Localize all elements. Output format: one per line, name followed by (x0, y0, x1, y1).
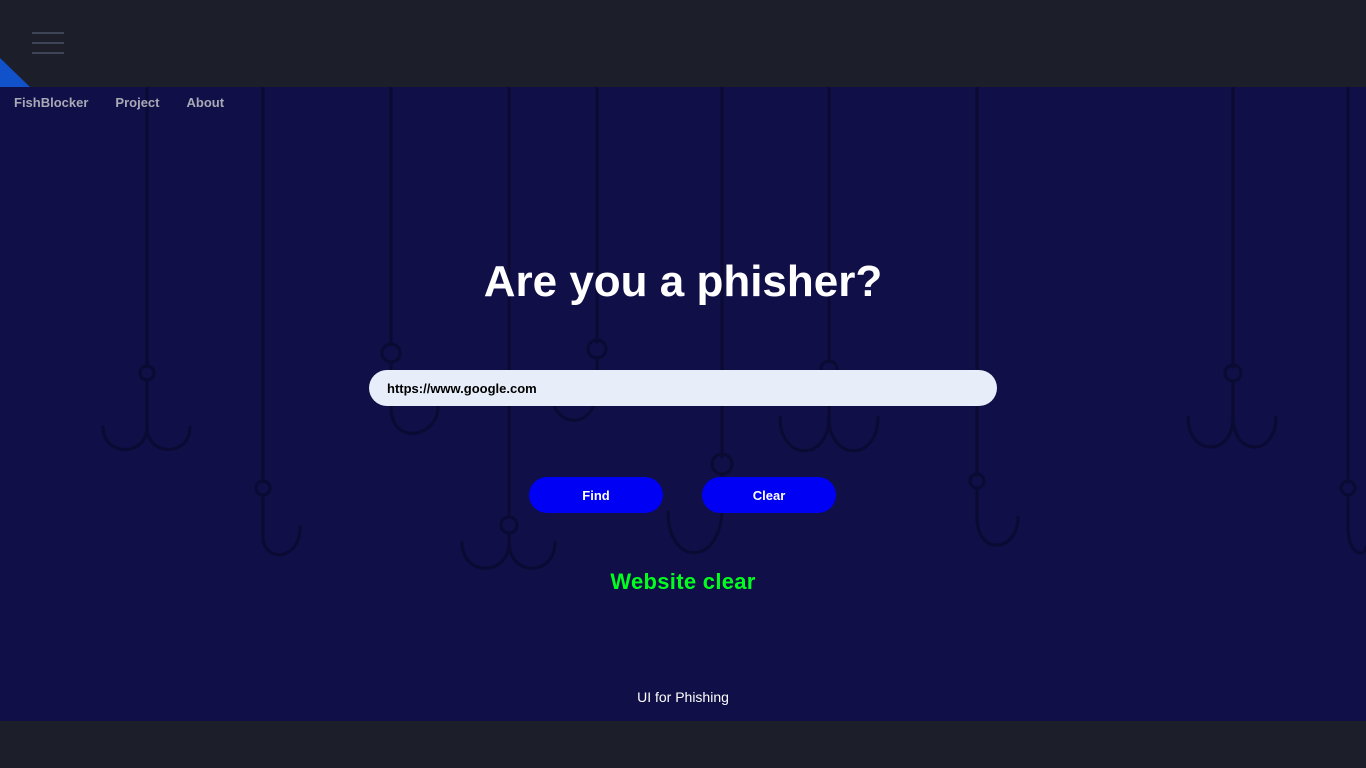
corner-accent (0, 58, 30, 87)
footer-text: UI for Phishing (637, 689, 729, 705)
page-title: Are you a phisher? (483, 257, 883, 306)
find-button[interactable]: Find (529, 477, 663, 513)
nav-link-project[interactable]: Project (115, 95, 159, 110)
hamburger-menu-icon[interactable] (32, 32, 64, 56)
result-message: Website clear (610, 569, 756, 594)
top-bar (0, 0, 1366, 87)
clear-button[interactable]: Clear (702, 477, 836, 513)
nav-link-about[interactable]: About (187, 95, 225, 110)
url-input[interactable] (369, 370, 997, 406)
nav-link-fishblocker[interactable]: FishBlocker (14, 95, 88, 110)
hero-section: FishBlocker Project About Are you a phis… (0, 87, 1366, 721)
top-nav: FishBlocker Project About (14, 95, 251, 110)
